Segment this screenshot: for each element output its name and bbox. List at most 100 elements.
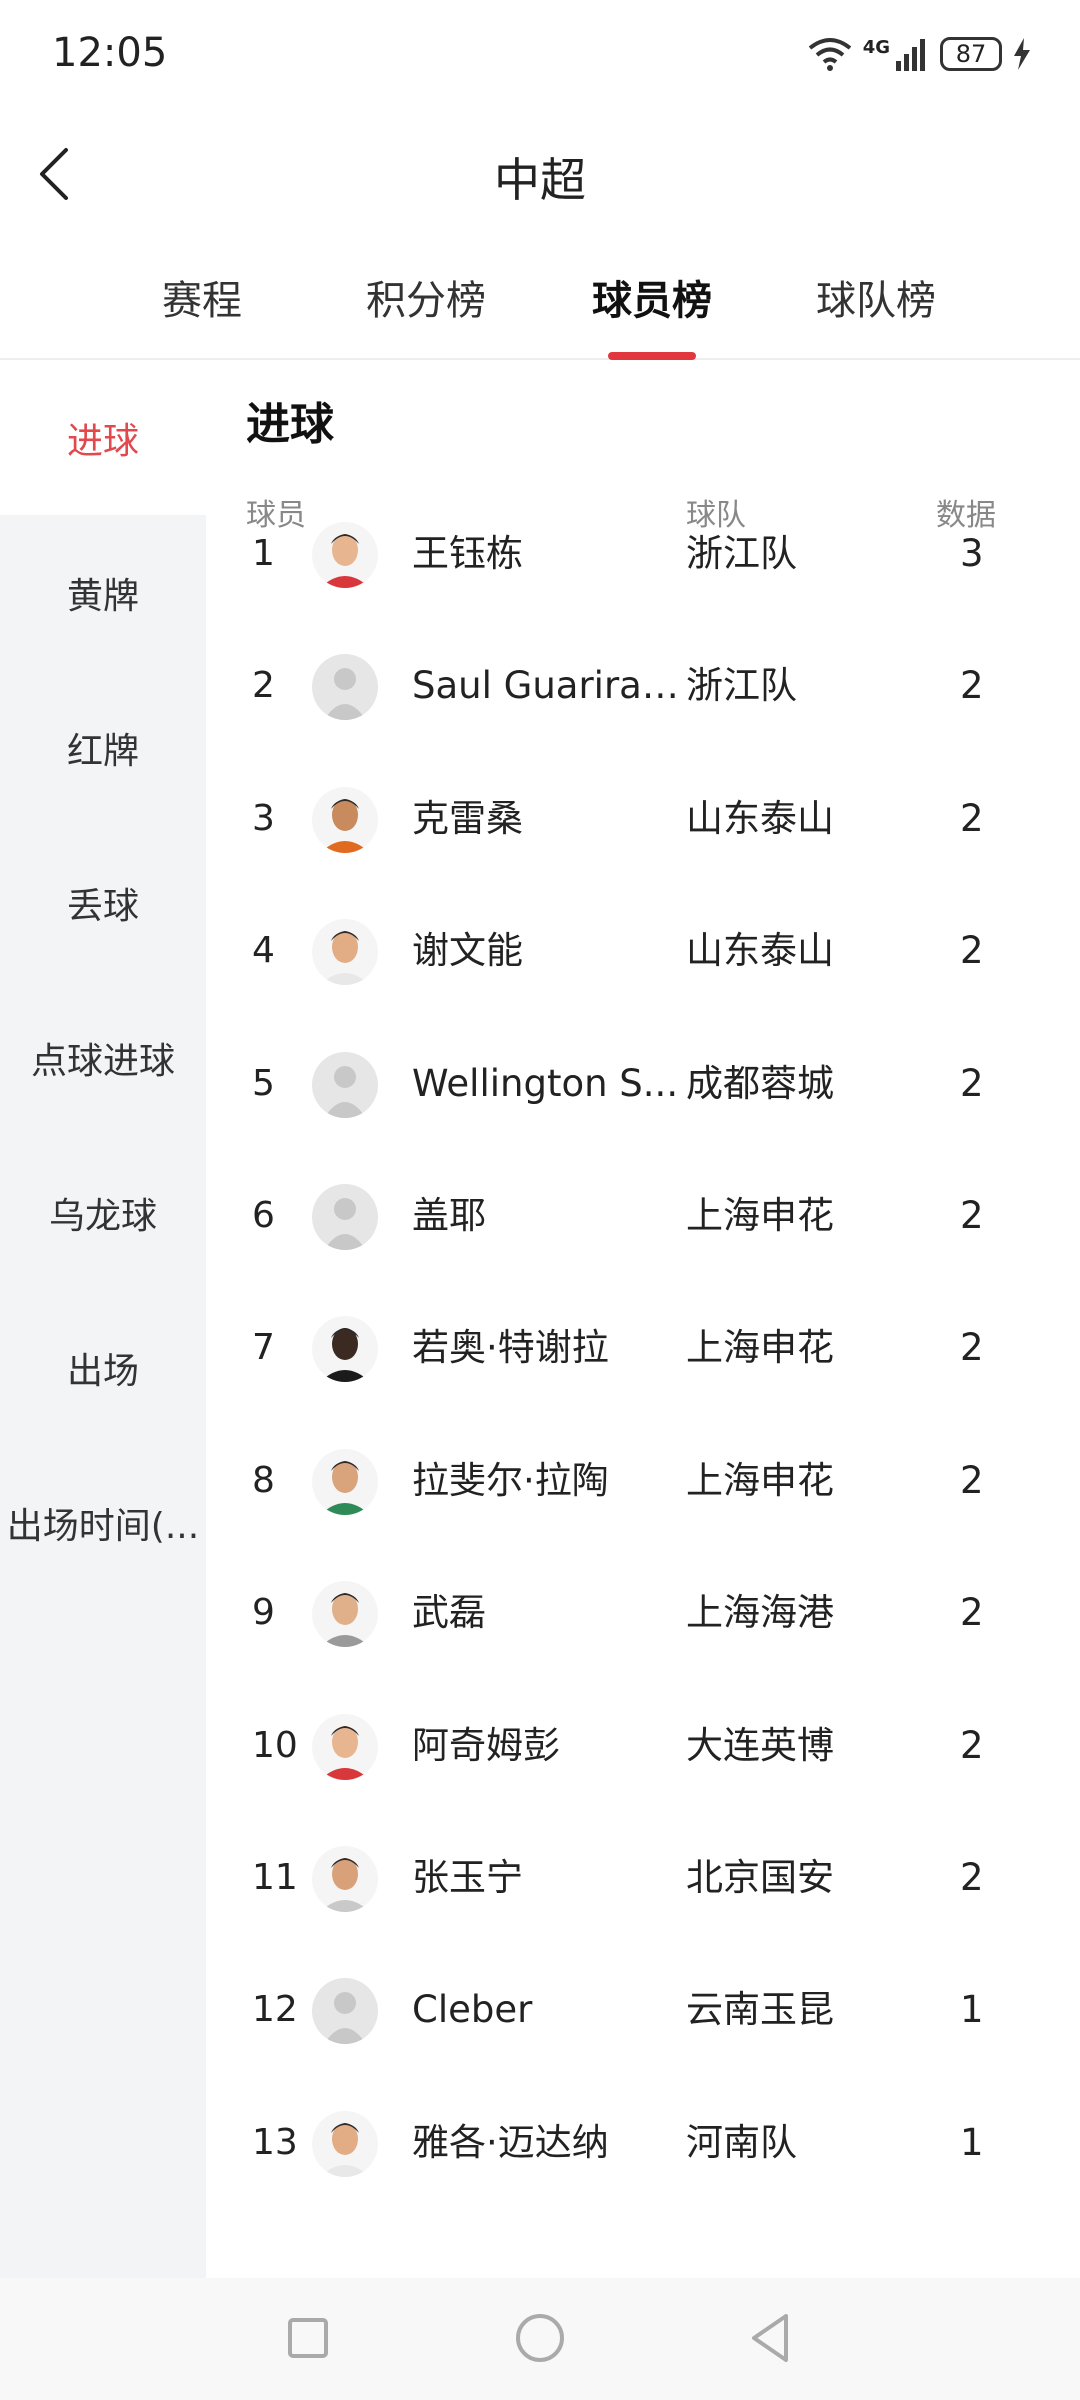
stat-value: 2 — [960, 929, 984, 973]
player-name: 克雷桑 — [412, 796, 523, 840]
team-name: 上海申花 — [686, 1458, 834, 1502]
avatar-placeholder — [312, 654, 378, 721]
avatar-placeholder — [312, 1978, 378, 2045]
team-name: 山东泰山 — [686, 929, 834, 973]
ranking-row[interactable]: 4 谢文能 山东泰山 2 — [206, 885, 1080, 1017]
rank-number: 13 — [252, 2121, 298, 2163]
team-name: 上海海港 — [686, 1591, 834, 1635]
sidebar-item-red-cards[interactable]: 红牌 — [0, 670, 206, 825]
stat-value: 2 — [960, 796, 984, 840]
avatar-placeholder — [312, 1184, 378, 1250]
stat-value: 1 — [960, 2120, 984, 2164]
battery-level: 87 — [955, 40, 987, 68]
section-title: 进球 — [246, 399, 334, 450]
rank-number: 6 — [252, 1195, 275, 1236]
player-avatar — [312, 1713, 378, 1780]
player-avatar — [312, 1316, 378, 1383]
sidebar-item-goals-conceded[interactable]: 丢球 — [0, 825, 206, 980]
player-avatar — [312, 1846, 378, 1912]
rank-number: 2 — [252, 665, 275, 707]
tab-team-rankings[interactable]: 球队榜 — [776, 268, 976, 326]
rank-number: 9 — [252, 1592, 275, 1634]
ranking-row[interactable]: 8 拉斐尔·拉陶 上海申花 2 — [206, 1415, 1080, 1547]
sidebar-item-yellow-cards[interactable]: 黄牌 — [0, 515, 206, 670]
system-nav-bar — [0, 2278, 1080, 2400]
ranking-row[interactable]: 2 Saul Guarirapa 浙江队 2 — [206, 620, 1080, 752]
ranking-row[interactable]: 9 武磊 上海海港 2 — [206, 1547, 1080, 1679]
network-type-label: 4G — [862, 36, 890, 58]
tab-schedule[interactable]: 赛程 — [102, 268, 302, 326]
tab-player-rankings[interactable]: 球员榜 — [552, 268, 752, 326]
player-avatar — [312, 1581, 378, 1648]
player-avatar — [312, 919, 378, 986]
ranking-row[interactable]: 5 Wellington S... 成都蓉城 2 — [206, 1018, 1080, 1150]
battery-icon: 87 — [940, 37, 1002, 71]
stat-value: 2 — [960, 1194, 984, 1237]
wifi-icon — [808, 38, 851, 71]
player-avatar — [312, 522, 378, 588]
rank-number: 4 — [252, 930, 275, 972]
player-name: 盖耶 — [412, 1194, 486, 1237]
category-sidebar: 进球 黄牌 红牌 丢球 点球进球 乌龙球 出场 出场时间(... — [0, 360, 206, 2278]
tab-bar: 赛程 积分榜 球员榜 球队榜 — [0, 250, 1080, 360]
ranking-panel: 进球 球员 球队 数据 1 王钰栋 浙江队 3 2 Saul Guarirapa 浙江队 2 3… — [206, 360, 1080, 2278]
player-name: 谢文能 — [412, 929, 523, 973]
stat-value: 2 — [960, 1591, 984, 1635]
ranking-row[interactable]: 13 雅各·迈达纳 河南队 1 — [206, 2077, 1080, 2209]
stat-value: 2 — [960, 1856, 984, 1899]
ranking-row[interactable]: 12 Cleber 云南玉昆 1 — [206, 1944, 1080, 2076]
rank-number: 8 — [252, 1459, 275, 1501]
home-icon[interactable] — [508, 2306, 572, 2370]
stat-value: 2 — [960, 664, 984, 708]
charging-icon — [1014, 38, 1030, 70]
player-avatar — [312, 786, 378, 853]
avatar-placeholder — [312, 1051, 378, 1118]
rank-number: 11 — [252, 1857, 298, 1898]
sidebar-item-penalty-goals[interactable]: 点球进球 — [0, 980, 206, 1135]
team-name: 上海申花 — [686, 1194, 834, 1237]
sidebar-item-goals[interactable]: 进球 — [0, 360, 206, 515]
stat-value: 1 — [960, 1988, 984, 2032]
team-name: 浙江队 — [686, 532, 797, 575]
ranking-row[interactable]: 1 王钰栋 浙江队 3 — [206, 488, 1080, 620]
rank-number: 10 — [252, 1724, 298, 1766]
player-name: 雅各·迈达纳 — [412, 2120, 609, 2164]
player-name: 武磊 — [412, 1591, 486, 1635]
stat-value: 2 — [960, 1326, 984, 1370]
rank-number: 5 — [252, 1062, 275, 1104]
recent-apps-icon[interactable] — [276, 2306, 340, 2370]
player-name: 王钰栋 — [412, 532, 523, 575]
player-avatar — [312, 1448, 378, 1515]
team-name: 浙江队 — [686, 664, 797, 708]
team-name: 云南玉昆 — [686, 1988, 834, 2032]
player-name: 阿奇姆彭 — [412, 1723, 560, 1767]
sidebar-item-appearances[interactable]: 出场 — [0, 1290, 206, 1445]
stat-value: 2 — [960, 1458, 984, 1502]
player-name: 拉斐尔·拉陶 — [412, 1458, 609, 1502]
rank-number: 1 — [252, 533, 275, 574]
ranking-row[interactable]: 3 克雷桑 山东泰山 2 — [206, 753, 1080, 885]
header: 中超 — [0, 120, 1080, 230]
sidebar-item-minutes-played[interactable]: 出场时间(... — [0, 1445, 206, 1600]
ranking-row[interactable]: 6 盖耶 上海申花 2 — [206, 1150, 1080, 1282]
tab-standings[interactable]: 积分榜 — [326, 268, 526, 326]
player-name: Saul Guarirapa — [412, 664, 684, 708]
team-name: 上海申花 — [686, 1326, 834, 1370]
active-tab-indicator — [608, 352, 696, 360]
signal-icon — [896, 39, 925, 71]
stat-value: 3 — [960, 532, 984, 575]
back-nav-icon[interactable] — [738, 2306, 802, 2370]
player-name: 张玉宁 — [412, 1856, 523, 1899]
ranking-row[interactable]: 10 阿奇姆彭 大连英博 2 — [206, 1680, 1080, 1812]
status-icons: 4G 87 — [807, 34, 1032, 74]
player-name: Cleber — [412, 1988, 533, 2032]
sidebar-item-own-goals[interactable]: 乌龙球 — [0, 1135, 206, 1290]
ranking-row[interactable]: 11 张玉宁 北京国安 2 — [206, 1812, 1080, 1944]
stat-value: 2 — [960, 1723, 984, 1767]
team-name: 北京国安 — [686, 1856, 834, 1899]
team-name: 山东泰山 — [686, 796, 834, 840]
ranking-row[interactable]: 7 若奥·特谢拉 上海申花 2 — [206, 1282, 1080, 1414]
rank-number: 12 — [252, 1989, 298, 2031]
player-name: 若奥·特谢拉 — [412, 1326, 609, 1370]
page-title: 中超 — [494, 153, 586, 207]
